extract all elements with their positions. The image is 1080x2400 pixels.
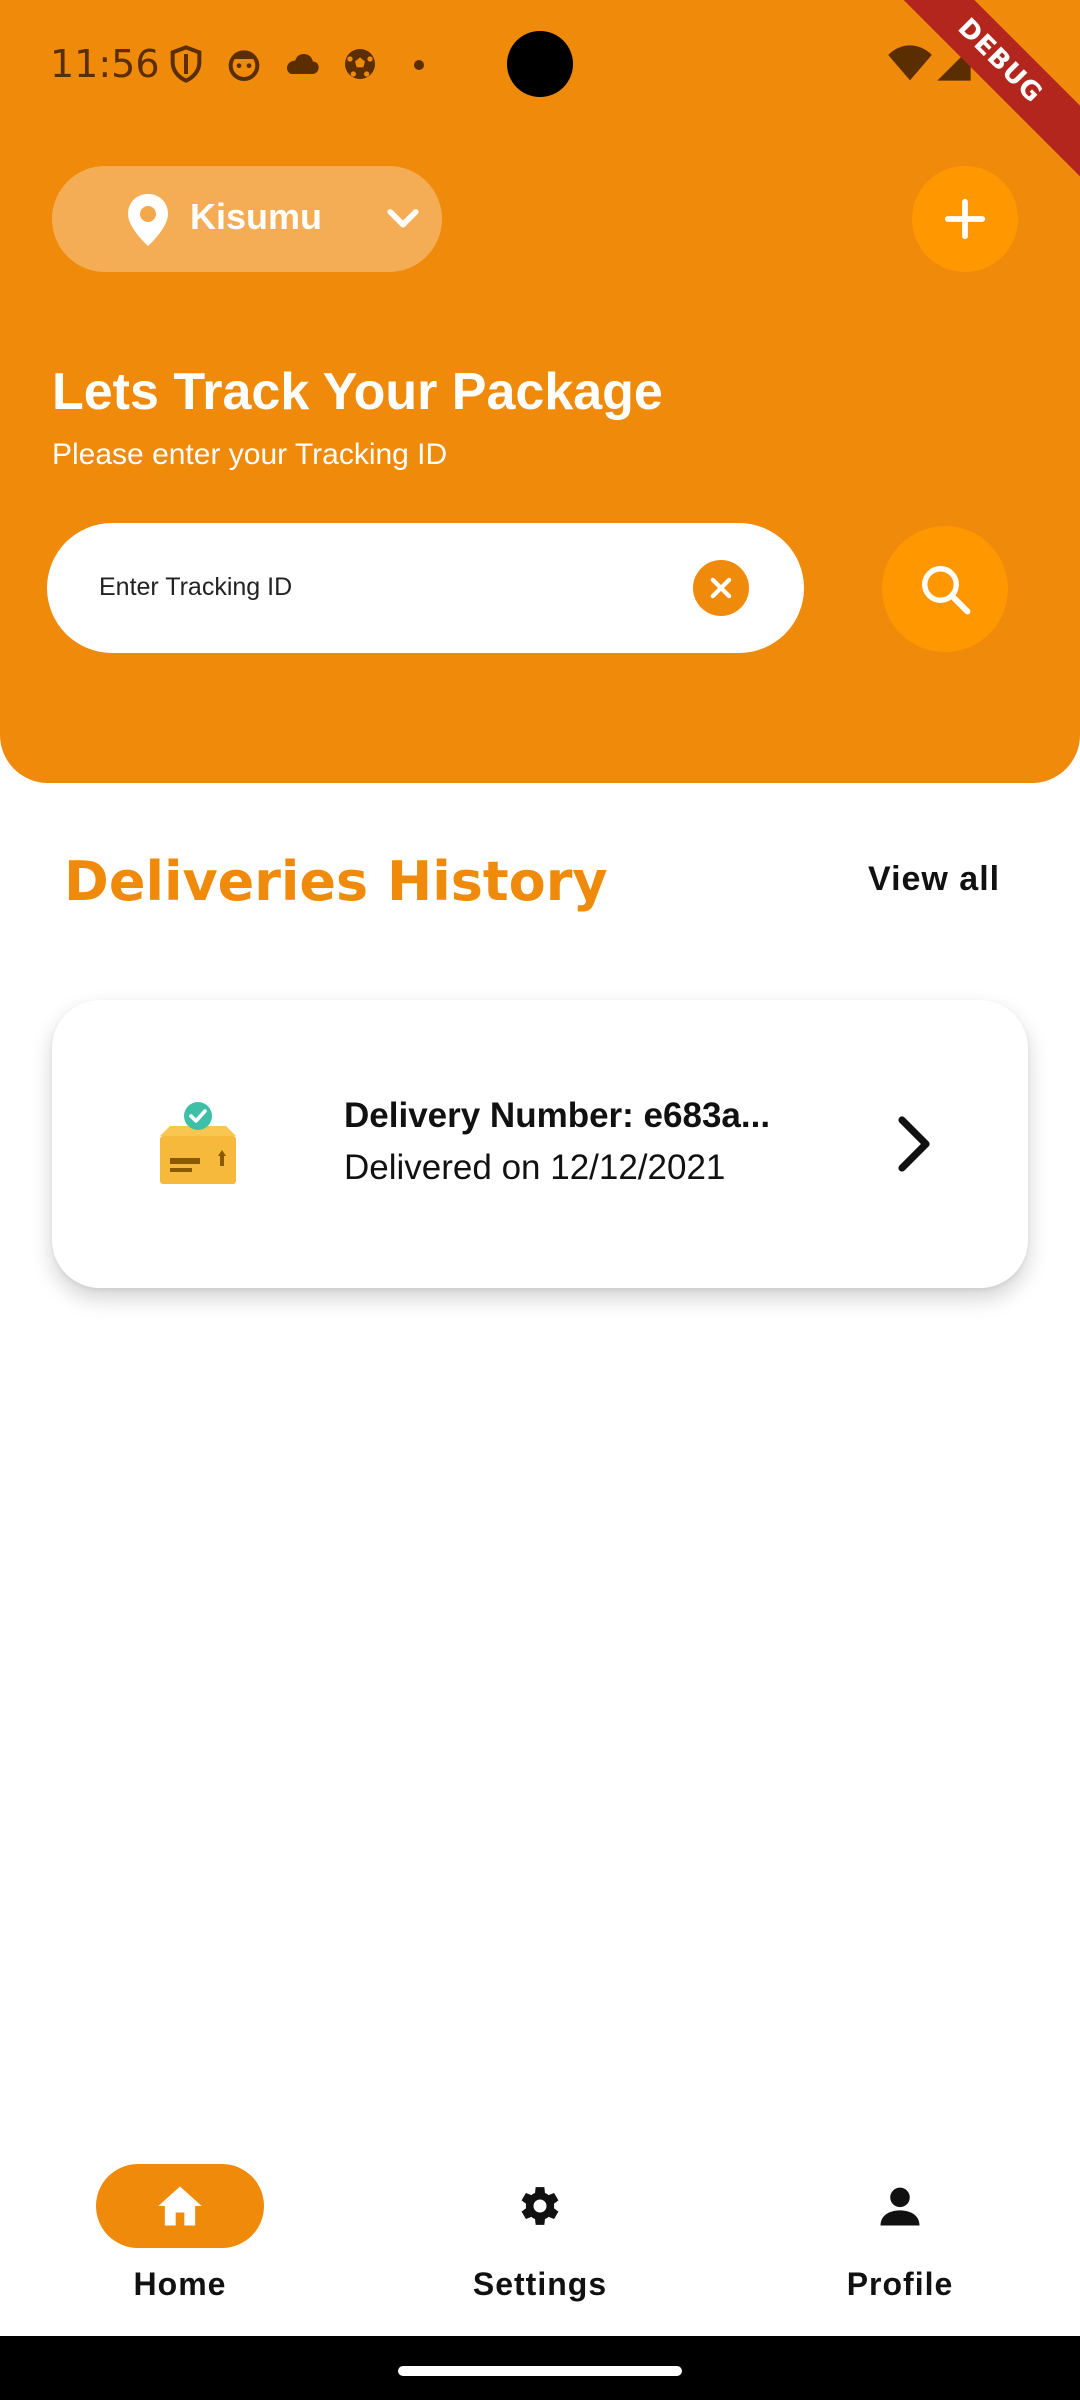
tracking-id-input[interactable] <box>99 559 699 615</box>
nav-item-profile[interactable]: Profile <box>720 2136 1080 2336</box>
nav-item-settings[interactable]: Settings <box>360 2136 720 2336</box>
page-title: Lets Track Your Package <box>52 363 663 421</box>
section-title: Deliveries History <box>64 850 608 913</box>
location-selector[interactable]: Kisumu <box>52 166 442 272</box>
nav-label-home: Home <box>133 2266 227 2302</box>
delivery-number: Delivery Number: e683a... <box>344 1096 771 1135</box>
clear-input-button[interactable] <box>693 560 749 616</box>
location-label: Kisumu <box>190 196 323 237</box>
home-icon <box>158 2186 202 2226</box>
delivery-status: Delivered on 12/12/2021 <box>344 1148 726 1187</box>
location-pin-icon <box>128 194 168 246</box>
view-all-link[interactable]: View all <box>868 860 1000 899</box>
chevron-right-icon <box>898 1116 930 1172</box>
header-panel: 11:56 DEBUG Kisumu Lets Track Your Packa… <box>0 0 1080 783</box>
search-icon <box>922 566 971 615</box>
package-delivered-icon <box>160 1102 236 1184</box>
home-gesture-bar[interactable] <box>398 2366 682 2376</box>
gear-icon <box>521 2187 559 2225</box>
nav-label-profile: Profile <box>846 2266 954 2302</box>
notification-dot <box>414 60 424 70</box>
cloud-icon <box>287 54 319 74</box>
status-bar: 11:56 <box>0 0 1080 130</box>
plus-icon <box>944 198 986 240</box>
close-icon <box>710 577 732 599</box>
tracking-id-field[interactable] <box>47 523 804 653</box>
face-icon <box>228 50 260 81</box>
person-icon <box>880 2187 920 2226</box>
soccer-ball-icon <box>345 49 375 79</box>
shield-icon <box>170 45 202 83</box>
nav-item-home[interactable]: Home <box>0 2136 360 2336</box>
delivery-card[interactable]: Delivery Number: e683a... Delivered on 1… <box>52 1000 1028 1288</box>
nav-label-settings: Settings <box>472 2266 608 2302</box>
page-subtitle: Please enter your Tracking ID <box>52 438 448 471</box>
bottom-navigation: Home Settings Profile <box>0 2136 1080 2336</box>
search-button[interactable] <box>882 526 1008 652</box>
camera-cutout <box>507 31 573 97</box>
wifi-icon <box>888 45 932 81</box>
system-gesture-area <box>0 2336 1080 2400</box>
add-button[interactable] <box>912 166 1018 272</box>
status-time: 11:56 <box>50 42 160 86</box>
chevron-down-icon <box>387 209 419 228</box>
